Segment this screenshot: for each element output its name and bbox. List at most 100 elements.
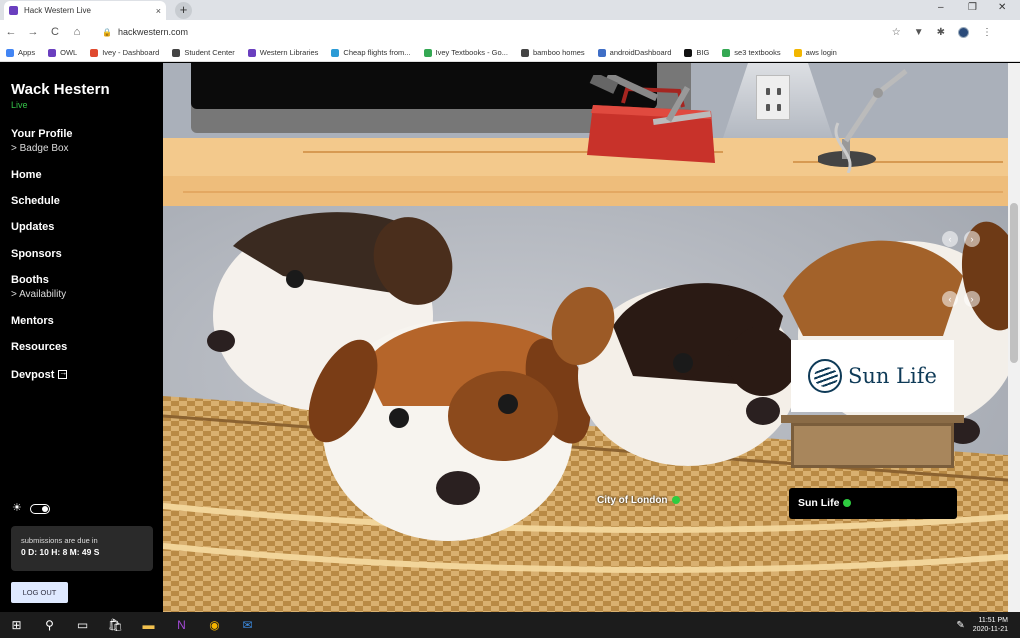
nav-mentors[interactable]: Mentors [11,315,54,327]
browser-tab-strip: Hack Western Live × + – ❐ ✕ [0,0,1020,20]
puzzle-extensions-icon[interactable]: ✱ [937,27,945,38]
nav-devpost[interactable]: Devpost [11,368,68,381]
nav-updates[interactable]: Updates [11,221,54,233]
location-label[interactable]: City of London [597,495,680,506]
desk-lamp-icon [818,69,908,173]
chrome-icon[interactable]: ◉ [198,612,231,638]
sunlife-booth-stand[interactable] [791,423,954,468]
bookmark-label: Ivey Textbooks - Go... [435,48,508,57]
booth-badge-text: Sun Life [798,497,840,509]
external-link-icon [58,368,68,379]
address-bar: ← → C ⌂ 🔒 hackwestern.com ☆ ▼ ✱ ⋮ [0,20,1020,44]
file-explorer-icon[interactable]: ▬ [132,612,165,638]
reload-button[interactable]: C [44,26,66,38]
windows-start-icon[interactable]: ⊞ [0,612,33,638]
bookmark-favicon-icon [331,48,340,57]
new-tab-button[interactable]: + [175,2,192,19]
nav-booths[interactable]: Booths [11,274,49,286]
logout-button[interactable]: LOG OUT [11,582,68,603]
bookmark-favicon-icon [520,48,529,57]
system-clock[interactable]: 11:51 PM 2020-11-21 [973,616,1008,634]
store-icon[interactable]: 🛍 [99,612,132,638]
nav-availability[interactable]: > Availability [11,289,66,300]
virtual-venue-scene: Sun Life City of London Sun Life ‹ › ‹ › [163,63,1020,612]
profile-avatar[interactable] [958,26,969,38]
bookmark-favicon-icon [722,48,731,57]
home-button[interactable]: ⌂ [66,26,88,38]
windows-taskbar: ⊞ ⚲ ▭ 🛍 ▬ N ◉ ✉ ✎ 11:51 PM 2020-11-21 [0,612,1020,638]
bookmark-item[interactable]: aws login [793,48,837,57]
close-tab-icon[interactable]: × [156,6,161,16]
live-status: Live [11,100,28,110]
desk-grain [183,191,1003,193]
nav-badge-box[interactable]: > Badge Box [11,143,69,154]
bookmark-label: se3 textbooks [734,48,781,57]
bookmark-item[interactable]: Cheap flights from... [331,48,411,57]
bookmark-item[interactable]: androidDashboard [597,48,671,57]
extension-icon[interactable]: ▼ [914,27,924,38]
bookmark-item[interactable]: BIG [684,48,709,57]
nav-schedule[interactable]: Schedule [11,195,60,207]
scrollbar-thumb[interactable] [1010,203,1018,363]
bookmark-label: Apps [18,48,36,57]
bookmark-favicon-icon [423,48,432,57]
bookmark-item[interactable]: Ivey - Dashboard [90,48,159,57]
close-window-button[interactable]: ✕ [998,2,1006,13]
url-field[interactable]: 🔒 hackwestern.com [102,27,892,37]
nav-resources[interactable]: Resources [11,341,67,353]
sunlife-booth-sign[interactable]: Sun Life [791,340,954,412]
bookmark-item[interactable]: Western Libraries [247,48,319,57]
forward-button[interactable]: → [22,26,44,38]
bookmark-label: Ivey - Dashboard [102,48,160,57]
bookmark-item[interactable]: OWL [48,48,77,57]
bookmark-item[interactable]: Ivey Textbooks - Go... [423,48,508,57]
bookmark-label: bamboo homes [532,48,585,57]
hackwestern-favicon-icon [9,6,18,15]
tray-pen-icon[interactable]: ✎ [956,620,964,631]
page-scrollbar[interactable] [1008,63,1020,612]
carousel-next-button[interactable]: › [964,231,980,247]
search-icon[interactable]: ⚲ [33,612,66,638]
minimize-window-button[interactable]: – [938,2,944,13]
nav-sponsors[interactable]: Sponsors [11,248,62,260]
clock-date: 2020-11-21 [972,626,1008,633]
bookmark-label: Student Center [184,48,235,57]
nav-your-profile[interactable]: Your Profile [11,128,73,140]
booth-counter-top [781,415,964,423]
sunlife-booth-badge[interactable]: Sun Life [789,488,957,519]
bookmark-item[interactable]: bamboo homes [520,48,585,57]
online-status-dot [671,496,680,504]
onenote-icon[interactable]: N [165,612,198,638]
bookmark-label: Western Libraries [259,48,319,57]
bookmark-favicon-icon [6,48,14,57]
carousel-prev-button-2[interactable]: ‹ [942,291,958,307]
back-button[interactable]: ← [0,26,22,38]
carousel-next-button-2[interactable]: › [964,291,980,307]
location-label-text: City of London [597,495,668,506]
mail-icon[interactable]: ✉ [231,612,264,638]
carousel-prev-button[interactable]: ‹ [942,231,958,247]
browser-tab[interactable]: Hack Western Live × [4,1,166,20]
bookmark-star-icon[interactable]: ☆ [892,27,901,38]
bookmark-label: aws login [805,48,837,57]
bookmark-favicon-icon [684,48,693,57]
nav-home[interactable]: Home [11,169,42,181]
bookmark-label: Cheap flights from... [343,48,411,57]
task-view-icon[interactable]: ▭ [66,612,99,638]
browser-menu-icon[interactable]: ⋮ [982,27,992,38]
bookmark-item[interactable]: Student Center [172,48,235,57]
url-text: hackwestern.com [117,27,188,37]
sunlife-logo-icon [808,359,842,393]
maximize-window-button[interactable]: ❐ [968,2,977,13]
bookmark-item[interactable]: se3 textbooks [722,48,781,57]
clock-time: 11:51 PM [978,617,1008,624]
bookmark-label: BIG [696,48,710,57]
online-status-dot [843,499,852,507]
countdown-label: submissions are due in [21,536,98,545]
toolbox-icon[interactable] [583,75,721,165]
theme-toggle[interactable] [30,504,50,514]
lock-icon: 🔒 [102,28,112,37]
light-mode-sun-icon: ☀ [12,502,22,514]
bookmark-favicon-icon [793,48,802,57]
bookmark-item[interactable]: Apps [6,48,35,57]
